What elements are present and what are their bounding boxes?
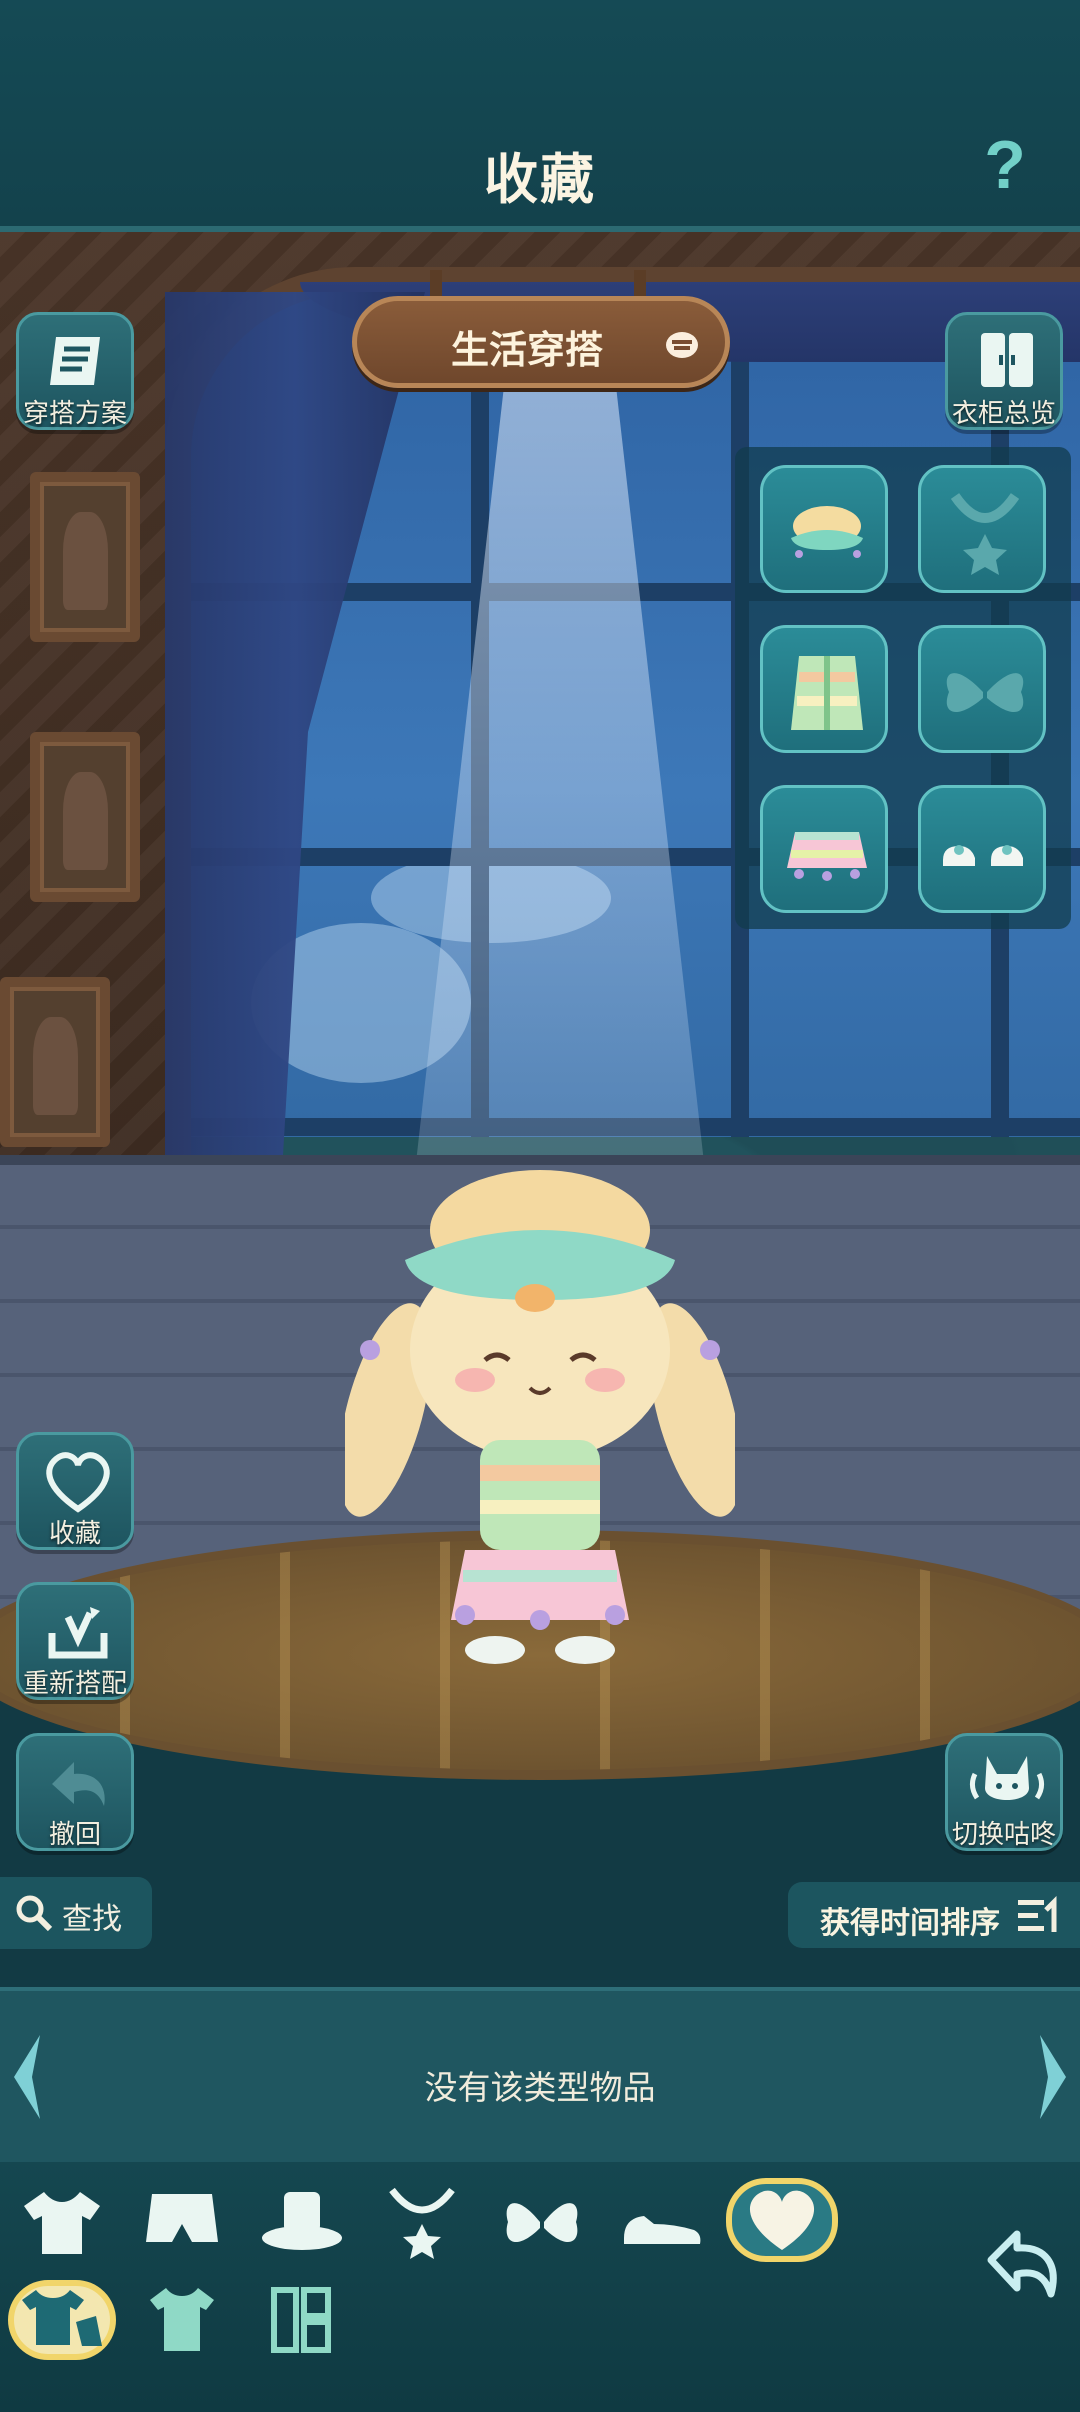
- outfit-set-icon: [22, 2290, 102, 2346]
- bunny-character: [345, 1170, 735, 1664]
- necklace-icon: [389, 2187, 455, 2259]
- favorite-label: 收藏: [48, 1518, 101, 1548]
- tab-shoes[interactable]: [614, 2182, 710, 2262]
- necklace-icon: [950, 493, 1020, 575]
- tab-tops[interactable]: [14, 2182, 110, 2262]
- style-icon: [271, 2287, 331, 2353]
- clothing-icon: [150, 2288, 214, 2351]
- sort-icon: [1018, 1896, 1057, 1932]
- outfit-type-label: 生活穿搭: [450, 330, 603, 372]
- subtab-style[interactable]: [254, 2280, 350, 2360]
- outfit-type-dropdown[interactable]: 生活穿搭: [352, 296, 730, 388]
- wardrobe-screen: 收藏 ? 生活穿搭 穿搭方案 收藏 重新搭配 撤回 衣柜总览 切换咕咚 查找 获…: [0, 0, 1080, 2412]
- tab-wings[interactable]: [494, 2182, 590, 2262]
- wings-icon: [506, 2203, 578, 2243]
- rematch-label: 重新搭配: [22, 1668, 127, 1698]
- tab-necklaces[interactable]: [374, 2182, 470, 2262]
- search-label: 查找: [62, 1903, 122, 1936]
- slot-wings[interactable]: [918, 625, 1046, 753]
- slot-top[interactable]: [760, 625, 888, 753]
- category-tab-bar: [0, 2162, 1080, 2412]
- page-title: 收藏: [484, 150, 596, 210]
- empty-message: 没有该类型物品: [424, 2069, 656, 2106]
- wardrobe-overview-label: 衣柜总览: [951, 398, 1056, 428]
- sort-button[interactable]: 获得时间排序: [788, 1882, 1080, 1948]
- header-bar: 收藏 ?: [0, 0, 1080, 232]
- next-page-arrow[interactable]: [1034, 2031, 1074, 2123]
- help-button[interactable]: ?: [975, 130, 1035, 200]
- picture-frame: [0, 977, 110, 1147]
- bunny-face-icon: [969, 1756, 1045, 1800]
- pants-icon: [146, 2194, 218, 2242]
- undo-label: 撤回: [48, 1819, 101, 1849]
- slot-skirt[interactable]: [760, 785, 888, 913]
- wings-icon: [946, 673, 1024, 713]
- equipped-items-panel: [735, 447, 1071, 929]
- scroll-icon: [50, 337, 100, 385]
- search-icon: [16, 1895, 53, 1932]
- tab-hats[interactable]: [254, 2182, 350, 2262]
- back-button[interactable]: [975, 2220, 1065, 2310]
- slot-hat[interactable]: [760, 465, 888, 593]
- rematch-icon: [48, 1607, 108, 1659]
- vest-icon: [791, 656, 863, 730]
- subtab-clothing[interactable]: [134, 2280, 230, 2360]
- hat-icon: [262, 2192, 342, 2250]
- item-list: 没有该类型物品: [0, 1987, 1080, 2162]
- shoes-icon: [624, 2216, 701, 2244]
- heart-outline-icon: [46, 1452, 110, 1513]
- subtab-outfit-set[interactable]: [14, 2280, 110, 2360]
- wardrobe-icon: [981, 333, 1033, 387]
- search-button[interactable]: 查找: [0, 1877, 152, 1949]
- switch-character-label: 切换咕咚: [951, 1819, 1056, 1849]
- slot-necklace[interactable]: [918, 465, 1046, 593]
- picture-frame: [30, 472, 140, 642]
- outfit-plan-label: 穿搭方案: [22, 398, 127, 428]
- slot-shoes[interactable]: [918, 785, 1046, 913]
- undo-arrow-icon: [52, 1762, 105, 1806]
- hat-icon: [791, 506, 863, 558]
- tab-bottoms[interactable]: [134, 2182, 230, 2262]
- shoes-icon: [943, 845, 1023, 866]
- tab-favorites[interactable]: [734, 2180, 830, 2260]
- shirt-icon: [24, 2192, 100, 2254]
- dropdown-icon: [666, 332, 698, 358]
- skirt-icon: [787, 832, 867, 881]
- sort-label: 获得时间排序: [820, 1907, 1000, 1940]
- heart-icon: [749, 2190, 815, 2250]
- picture-frame: [30, 732, 140, 902]
